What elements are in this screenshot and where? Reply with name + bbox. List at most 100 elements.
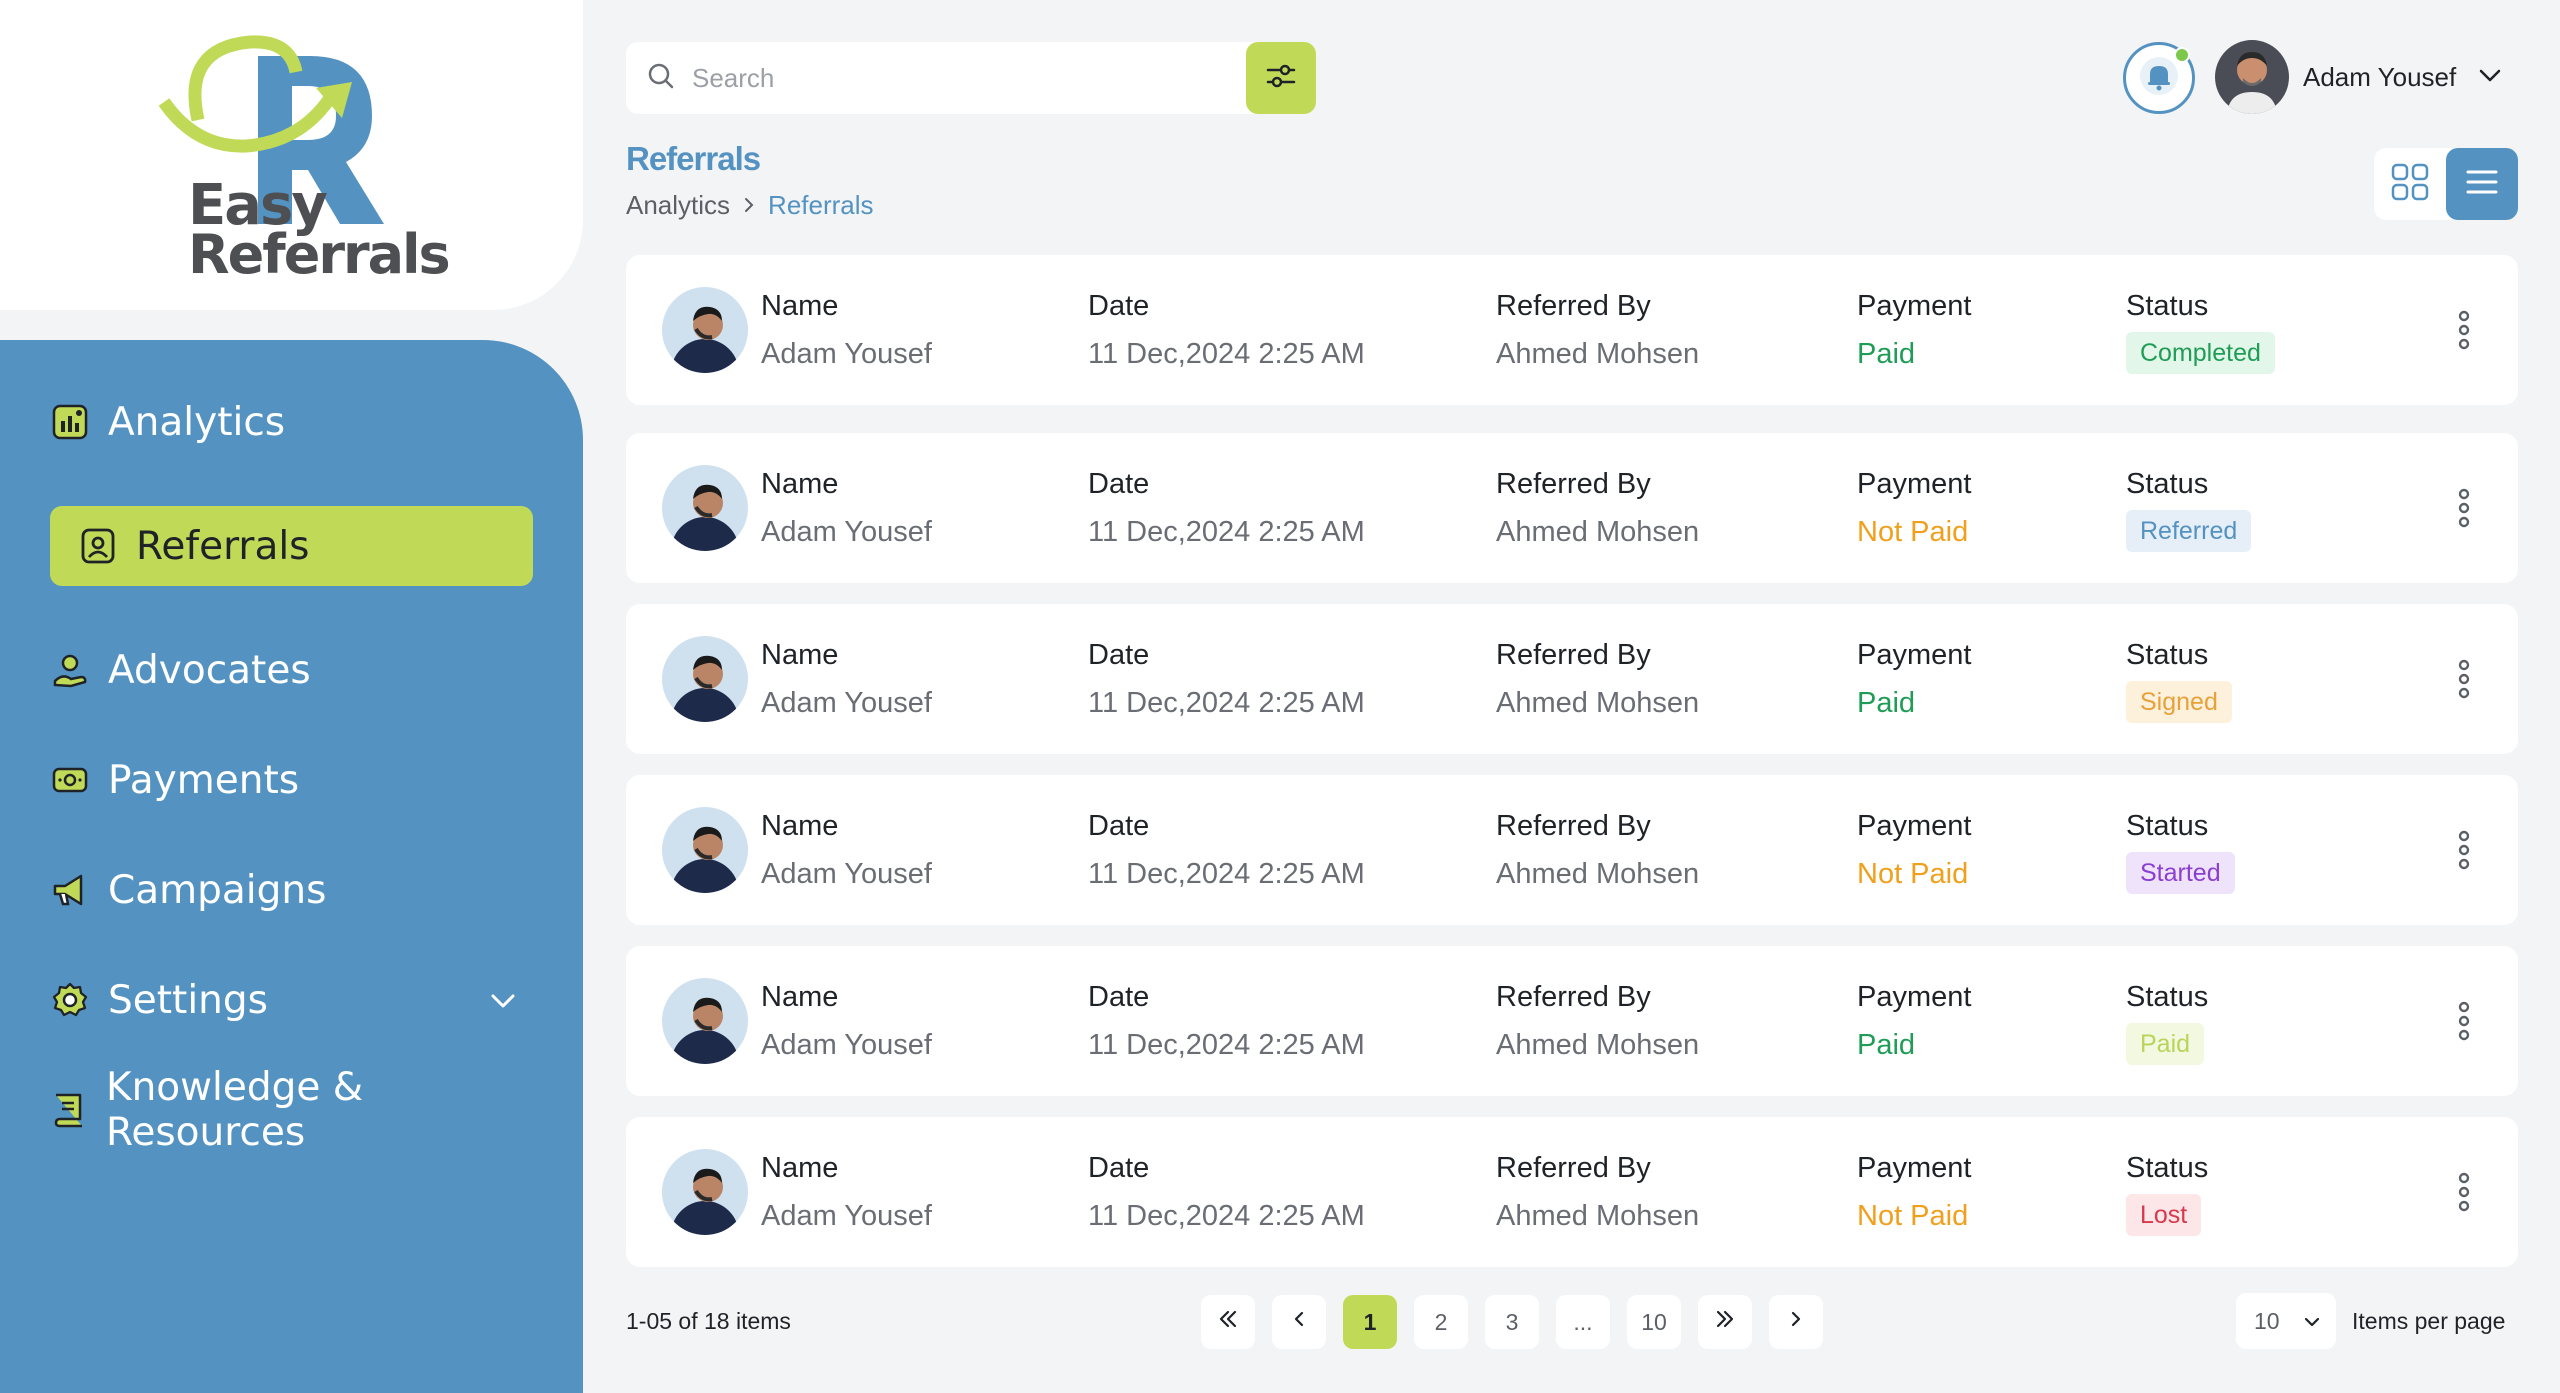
chevron-right-icon (1785, 1308, 1807, 1336)
referred-by-label: Referred By (1496, 290, 1651, 322)
more-options-icon[interactable] (2458, 310, 2470, 350)
sidebar-item-referrals[interactable]: Referrals (50, 506, 533, 586)
name-value: Adam Yousef (761, 338, 932, 370)
wallet-icon (50, 760, 90, 800)
last-page-button[interactable] (1698, 1295, 1752, 1349)
status-label: Status (2126, 810, 2209, 842)
name-cell: Name Adam Yousef (761, 637, 932, 721)
filter-button[interactable] (1246, 42, 1316, 114)
notification-dot (2174, 47, 2190, 63)
sidebar-item-knowledge-resources[interactable]: Knowledge & Resources (50, 1065, 533, 1155)
sidebar-item-label: Analytics (108, 399, 286, 445)
referred-by-value: Ahmed Mohsen (1496, 1029, 1700, 1061)
sliders-icon (1264, 59, 1298, 98)
more-options-icon[interactable] (2458, 488, 2470, 528)
sidebar-item-label: Campaigns (108, 867, 327, 913)
next-page-button[interactable] (1769, 1295, 1823, 1349)
sidebar-item-analytics[interactable]: Analytics (50, 382, 533, 462)
grid-view-button[interactable] (2374, 148, 2446, 220)
name-cell: Name Adam Yousef (761, 979, 932, 1063)
date-label: Date (1088, 1152, 1150, 1184)
payment-cell: Payment Not Paid (1857, 808, 1971, 892)
avatar (2215, 40, 2289, 114)
payment-value: Paid (1857, 338, 1916, 370)
referred-by-label: Referred By (1496, 468, 1651, 500)
sidebar-item-advocates[interactable]: Advocates (50, 630, 533, 710)
first-page-button[interactable] (1201, 1295, 1255, 1349)
per-page-value: 10 (2254, 1307, 2280, 1334)
status-cell: Status Started (2126, 808, 2235, 894)
status-cell: Status Signed (2126, 637, 2232, 723)
date-value: 11 Dec,2024 2:25 AM (1088, 338, 1365, 370)
referred-by-label: Referred By (1496, 639, 1651, 671)
table-row[interactable]: Name Adam Yousef Date 11 Dec,2024 2:25 AM Re… (626, 775, 2518, 925)
status-badge: Referred (2126, 510, 2252, 552)
list-view-button[interactable] (2446, 148, 2518, 220)
table-row[interactable]: Name Adam Yousef Date 11 Dec,2024 2:25 AM Re… (626, 604, 2518, 754)
payment-label: Payment (1857, 981, 1972, 1013)
notifications-button[interactable] (2123, 42, 2195, 114)
app-logo[interactable]: Easy Referrals (140, 28, 451, 288)
name-label: Name (761, 981, 839, 1013)
grid-icon (2390, 162, 2430, 207)
status-label: Status (2126, 981, 2209, 1013)
date-value: 11 Dec,2024 2:25 AM (1088, 858, 1365, 890)
payment-label: Payment (1857, 468, 1972, 500)
status-cell: Status Referred (2126, 466, 2252, 552)
date-value: 11 Dec,2024 2:25 AM (1088, 516, 1365, 548)
bell-icon (2138, 55, 2180, 102)
date-label: Date (1088, 468, 1150, 500)
prev-page-button[interactable] (1272, 1295, 1326, 1349)
name-label: Name (761, 639, 839, 671)
page-button[interactable]: 1 (1343, 1295, 1397, 1349)
date-value: 11 Dec,2024 2:25 AM (1088, 1029, 1365, 1061)
page-button[interactable]: 10 (1627, 1295, 1681, 1349)
payment-cell: Payment Not Paid (1857, 466, 1971, 550)
page-title: Referrals (626, 140, 761, 177)
status-badge: Signed (2126, 681, 2232, 723)
chevron-down-icon[interactable] (487, 982, 519, 1027)
items-per-page-select[interactable]: 10 (2236, 1293, 2336, 1349)
status-cell: Status Completed (2126, 288, 2275, 374)
more-options-icon[interactable] (2458, 1001, 2470, 1041)
sidebar: Easy Referrals Analytics Referrals Advoc… (0, 0, 583, 1393)
items-range: 1-05 of 18 items (626, 1308, 791, 1334)
referred-by-cell: Referred By Ahmed Mohsen (1496, 288, 1699, 372)
date-label: Date (1088, 981, 1150, 1013)
sidebar-item-payments[interactable]: Payments (50, 740, 533, 820)
table-row[interactable]: Name Adam Yousef Date 11 Dec,2024 2:25 AM Re… (626, 946, 2518, 1096)
breadcrumb-current: Referrals (768, 190, 874, 220)
status-cell: Status Paid (2126, 979, 2208, 1065)
sidebar-item-campaigns[interactable]: Campaigns (50, 850, 533, 930)
search-input[interactable] (692, 62, 1212, 94)
table-row[interactable]: Name Adam Yousef Date 11 Dec,2024 2:25 AM Re… (626, 433, 2518, 583)
more-options-icon[interactable] (2458, 830, 2470, 870)
table-row[interactable]: Name Adam Yousef Date 11 Dec,2024 2:25 AM Re… (626, 1117, 2518, 1267)
name-cell: Name Adam Yousef (761, 808, 932, 892)
page-button[interactable]: 3 (1485, 1295, 1539, 1349)
status-badge: Paid (2126, 1023, 2205, 1065)
more-options-icon[interactable] (2458, 1172, 2470, 1212)
advocate-icon (50, 650, 90, 690)
payment-value: Not Paid (1857, 1200, 1969, 1232)
more-options-icon[interactable] (2458, 659, 2470, 699)
referred-by-label: Referred By (1496, 810, 1651, 842)
megaphone-icon (50, 870, 90, 910)
page-button[interactable]: 2 (1414, 1295, 1468, 1349)
breadcrumb-link-analytics[interactable]: Analytics (626, 190, 730, 221)
pagination: 1 2 3 ... 10 (1201, 1295, 1840, 1349)
sidebar-nav: Analytics Referrals Advocates Payments C… (0, 340, 583, 1393)
breadcrumb: Analytics Referrals (626, 190, 874, 221)
gear-icon (50, 980, 90, 1020)
user-menu[interactable]: Adam Yousef (2215, 40, 2504, 114)
date-cell: Date 11 Dec,2024 2:25 AM (1088, 466, 1365, 550)
sidebar-item-settings[interactable]: Settings (50, 960, 533, 1040)
referred-by-value: Ahmed Mohsen (1496, 858, 1700, 890)
double-chevron-right-icon (1712, 1306, 1738, 1338)
table-row[interactable]: Name Adam Yousef Date 11 Dec,2024 2:25 AM Re… (626, 255, 2518, 405)
book-icon (50, 1090, 88, 1130)
status-badge: Completed (2126, 332, 2275, 374)
referred-by-cell: Referred By Ahmed Mohsen (1496, 466, 1699, 550)
chevron-down-icon (2476, 61, 2504, 94)
date-cell: Date 11 Dec,2024 2:25 AM (1088, 637, 1365, 721)
